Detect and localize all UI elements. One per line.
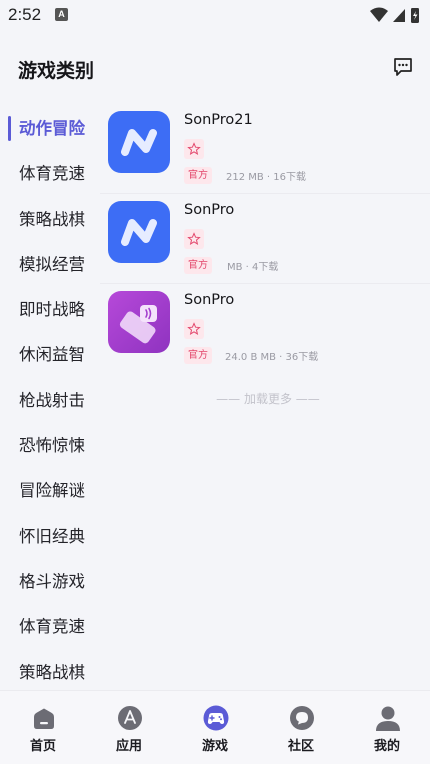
n-logo-icon[interactable] xyxy=(108,111,170,173)
tab-label: 我的 xyxy=(373,739,400,754)
app-list-item[interactable]: SonPro 官方 24.0 B MB · 36下载 xyxy=(100,284,430,374)
category-item[interactable]: 策略战棋 xyxy=(0,197,100,242)
tab-label: 首页 xyxy=(29,739,56,754)
category-item[interactable]: 策略战棋 xyxy=(0,650,100,695)
page-title: 游戏类别 xyxy=(18,60,95,82)
profile-icon xyxy=(375,705,401,731)
status-time: 2:52 xyxy=(8,5,42,24)
category-item[interactable]: 枪战射击 xyxy=(0,378,100,423)
nfc-card-icon[interactable] xyxy=(108,291,170,353)
tab-games[interactable]: 游戏 xyxy=(172,691,258,764)
category-item[interactable]: 恐怖惊悚 xyxy=(0,423,100,468)
category-item[interactable]: 体育竞速 xyxy=(0,604,100,649)
status-icons xyxy=(370,6,422,24)
official-badge: 官方 xyxy=(184,257,212,274)
tab-community[interactable]: 社区 xyxy=(258,691,344,764)
app-name[interactable]: SonPro21 xyxy=(184,112,253,128)
tab-apps[interactable]: 应用 xyxy=(86,691,172,764)
wifi-icon xyxy=(370,7,388,22)
category-item[interactable]: 模拟经营 xyxy=(0,242,100,287)
tab-profile[interactable]: 我的 xyxy=(344,691,430,764)
star-icon[interactable] xyxy=(184,139,204,159)
category-item[interactable]: 格斗游戏 xyxy=(0,559,100,604)
category-sidebar: 动作冒险 体育竞速 策略战棋 模拟经营 即时战略 休闲益智 枪战射击 恐怖惊悚 … xyxy=(0,106,100,695)
app-list-item[interactable]: SonPro21 官方 212 MB · 16下载 xyxy=(100,104,430,194)
app-meta: MB · 4下载 xyxy=(227,262,279,273)
app-store-icon xyxy=(117,705,143,731)
signal-icon xyxy=(393,9,405,22)
category-item[interactable]: 冒险解谜 xyxy=(0,468,100,513)
tab-label: 游戏 xyxy=(201,739,228,754)
gamepad-icon xyxy=(203,705,229,731)
official-badge: 官方 xyxy=(184,167,212,184)
category-item[interactable]: 即时战略 xyxy=(0,287,100,332)
star-icon[interactable] xyxy=(184,229,204,249)
tab-label: 社区 xyxy=(287,739,314,754)
category-item[interactable]: 怀旧经典 xyxy=(0,514,100,559)
chat-bubble-icon xyxy=(394,58,412,76)
category-item[interactable]: 体育竞速 xyxy=(0,151,100,196)
status-bar: 2:52 A xyxy=(0,0,430,30)
category-item[interactable]: 休闲益智 xyxy=(0,332,100,377)
app-meta: 212 MB · 16下载 xyxy=(226,172,307,183)
tab-home[interactable]: 首页 xyxy=(0,691,86,764)
category-item[interactable]: 动作冒险 xyxy=(0,106,100,151)
app-list-item[interactable]: SonPro 官方 MB · 4下载 xyxy=(100,194,430,284)
app-name[interactable]: SonPro xyxy=(184,202,234,218)
notification-icon: A xyxy=(55,8,68,21)
page-header: 游戏类别 xyxy=(0,44,430,92)
community-icon xyxy=(289,705,315,731)
load-more-label[interactable]: —— 加载更多 —— xyxy=(100,390,430,407)
bottom-tab-bar: 首页 应用 游戏 社区 我的 xyxy=(0,690,430,764)
app-list: SonPro21 官方 212 MB · 16下载 SonPro 官方 MB ·… xyxy=(100,104,430,374)
app-meta: 24.0 B MB · 36下载 xyxy=(225,352,319,363)
home-icon xyxy=(31,705,57,731)
tab-label: 应用 xyxy=(115,739,142,754)
message-button[interactable] xyxy=(392,56,414,78)
n-logo-icon[interactable] xyxy=(108,201,170,263)
official-badge: 官方 xyxy=(184,347,212,364)
star-icon[interactable] xyxy=(184,319,204,339)
app-name[interactable]: SonPro xyxy=(184,292,234,308)
